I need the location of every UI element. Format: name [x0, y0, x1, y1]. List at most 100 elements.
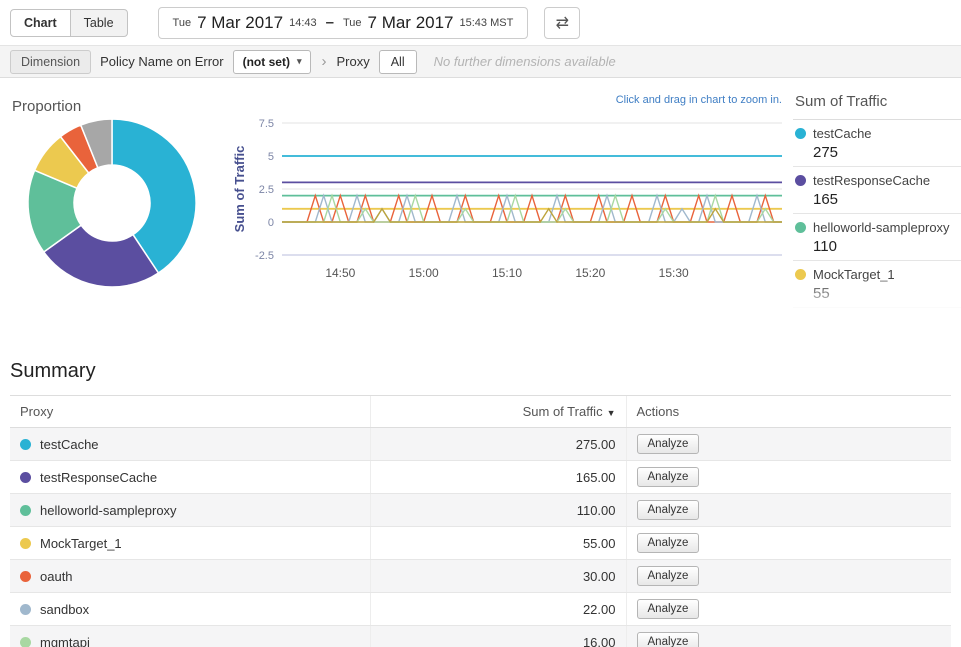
actions-cell: Analyze — [626, 593, 951, 626]
analyze-button[interactable]: Analyze — [637, 467, 700, 487]
actions-cell: Analyze — [626, 626, 951, 647]
y-tick-label: 7.5 — [259, 118, 274, 130]
table-row: MockTarget_155.00 Analyze — [10, 527, 951, 560]
legend-series-name: helloworld-sampleproxy — [813, 220, 950, 235]
table-row: sandbox22.00 Analyze — [10, 593, 951, 626]
table-row: helloworld-sampleproxy110.00Analyze — [10, 494, 951, 527]
series-color-dot — [795, 128, 806, 139]
analyze-button[interactable]: Analyze — [637, 599, 700, 619]
proxy-all-button[interactable]: All — [379, 50, 417, 74]
end-day: Tue — [343, 17, 362, 29]
series-color-dot — [20, 604, 31, 615]
analyze-button[interactable]: Analyze — [637, 566, 700, 586]
caret-down-icon: ▾ — [297, 56, 302, 67]
table-row: mgmtapi16.00 Analyze — [10, 626, 951, 647]
legend-item[interactable]: helloworld-sampleproxy110 — [793, 214, 961, 261]
dimension-label: Dimension — [10, 50, 91, 74]
series-color-dot — [20, 439, 31, 450]
series-color-dot — [20, 571, 31, 582]
view-toggle-group: Chart Table — [10, 9, 128, 37]
sort-descending-icon: ▼ — [607, 408, 616, 418]
traffic-cell: 30.00 — [370, 560, 626, 593]
actions-cell: Analyze — [626, 428, 951, 461]
y-tick-label: 2.5 — [259, 184, 274, 196]
actions-cell: Analyze — [626, 461, 951, 494]
traffic-cell: 110.00 — [370, 494, 626, 527]
analyze-button[interactable]: Analyze — [637, 500, 700, 520]
traffic-cell: 22.00 — [370, 593, 626, 626]
top-toolbar: Chart Table Tue 7 Mar 2017 14:43 – Tue 7… — [0, 0, 961, 45]
actions-cell: Analyze — [626, 494, 951, 527]
chevron-right-icon: › — [321, 53, 326, 70]
series-color-dot — [795, 269, 806, 280]
table-tab[interactable]: Table — [70, 9, 128, 37]
summary-table-body: testCache275.00AnalyzetestResponseCache1… — [10, 428, 951, 647]
end-time: 15:43 MST — [460, 17, 514, 29]
x-tick-label: 15:10 — [492, 266, 522, 280]
y-tick-label: -2.5 — [255, 250, 274, 262]
legend-title: Sum of Traffic — [793, 90, 961, 120]
x-tick-label: 15:00 — [409, 266, 439, 280]
series-color-dot — [795, 222, 806, 233]
chart-legend: Sum of Traffic testCache275testResponseC… — [793, 90, 961, 308]
legend-series-name: testResponseCache — [813, 173, 930, 188]
series-color-dot — [20, 505, 31, 516]
refresh-icon: ⇄ — [556, 15, 569, 32]
traffic-cell: 16.00 — [370, 626, 626, 647]
proxy-cell: oauth — [10, 560, 370, 593]
no-dimensions-note: No further dimensions available — [434, 54, 616, 69]
x-tick-label: 14:50 — [325, 266, 355, 280]
start-time: 14:43 — [289, 17, 317, 29]
traffic-cell: 165.00 — [370, 461, 626, 494]
series-color-dot — [795, 175, 806, 186]
proxy-cell: mgmtapi — [10, 626, 370, 647]
traffic-cell: 275.00 — [370, 428, 626, 461]
proxy-column-header: Proxy — [10, 396, 370, 428]
analyze-button[interactable]: Analyze — [637, 632, 700, 647]
table-header-row: Proxy Sum of Traffic▼ Actions — [10, 396, 951, 428]
legend-series-name: testCache — [813, 126, 872, 141]
series-color-dot — [20, 538, 31, 549]
dimension-bar: Dimension Policy Name on Error (not set)… — [0, 45, 961, 78]
legend-series-value: 55 — [813, 285, 961, 302]
table-row: testResponseCache165.00 Analyze — [10, 461, 951, 494]
proxy-cell: sandbox — [10, 593, 370, 626]
dimension-value-dropdown[interactable]: (not set) ▾ — [233, 50, 312, 74]
analyze-button[interactable]: Analyze — [637, 434, 700, 454]
y-axis-title: Sum of Traffic — [232, 146, 247, 233]
end-date: 7 Mar 2017 — [368, 13, 454, 33]
analyze-button[interactable]: Analyze — [637, 533, 700, 553]
proxy-cell: MockTarget_1 — [10, 527, 370, 560]
proxy-cell: testResponseCache — [10, 461, 370, 494]
chart-tab[interactable]: Chart — [10, 9, 71, 37]
x-tick-label: 15:20 — [575, 266, 605, 280]
traffic-cell: 55.00 — [370, 527, 626, 560]
legend-item[interactable]: MockTarget_1 55 — [793, 261, 961, 308]
refresh-button[interactable]: ⇄ — [544, 7, 580, 39]
donut-chart — [12, 118, 212, 288]
traffic-column-header[interactable]: Sum of Traffic▼ — [370, 396, 626, 428]
summary-title: Summary — [10, 360, 951, 383]
actions-cell: Analyze — [626, 560, 951, 593]
series-color-dot — [20, 637, 31, 647]
legend-items: testCache275 testResponseCache 165 hellowor… — [793, 120, 961, 308]
table-row: oauth30.00 Analyze — [10, 560, 951, 593]
actions-cell: Analyze — [626, 527, 951, 560]
table-row: testCache275.00 Analyze — [10, 428, 951, 461]
proxy-label: Proxy — [336, 54, 369, 69]
date-range-picker[interactable]: Tue 7 Mar 2017 14:43 – Tue 7 Mar 2017 15… — [158, 7, 529, 39]
proportion-label: Proportion — [12, 98, 81, 115]
chart-section: Proportion Click and drag in chart to zo… — [0, 78, 961, 340]
legend-item[interactable]: testResponseCache 165 — [793, 167, 961, 214]
legend-series-name: MockTarget_1 — [813, 267, 895, 282]
summary-table: Proxy Sum of Traffic▼ Actions testCache2… — [10, 395, 951, 647]
proxy-cell: testCache — [10, 428, 370, 461]
series-color-dot — [20, 472, 31, 483]
y-tick-label: 5 — [268, 151, 274, 163]
legend-item[interactable]: testCache275 — [793, 120, 961, 167]
legend-series-value: 165 — [813, 191, 961, 208]
dimension-value: (not set) — [243, 55, 290, 69]
line-chart[interactable]: -2.502.557.514:5015:0015:1015:2015:30Sum… — [232, 98, 792, 298]
summary-section: Summary Proxy Sum of Traffic▼ Actions te… — [0, 360, 961, 647]
x-tick-label: 15:30 — [659, 266, 689, 280]
